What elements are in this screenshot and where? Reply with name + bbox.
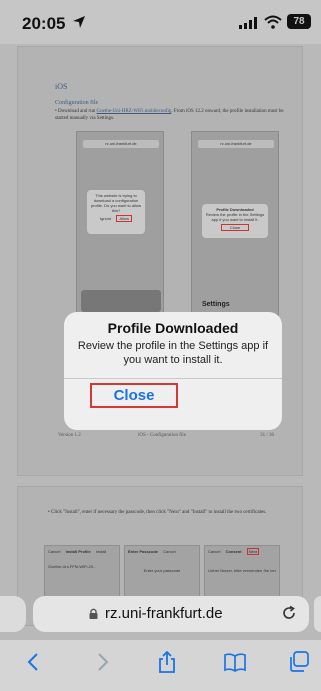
thumb-cancel: Cancel	[163, 549, 176, 554]
back-icon[interactable]	[22, 650, 46, 674]
thumb-alert: Profile Downloaded Review the profile in…	[202, 204, 268, 238]
thumb-title: Consent	[225, 549, 242, 554]
thumb-title: Install Profile	[65, 549, 91, 554]
thumb-cancel: Cancel	[208, 549, 221, 554]
battery-icon: 78	[287, 14, 311, 29]
lock-icon	[89, 608, 98, 619]
thumb-url: rz.uni-frankfurt.de	[83, 140, 159, 148]
footer-version: Version 1.2	[58, 433, 81, 438]
reload-icon[interactable]	[281, 605, 297, 621]
status-bar: 20:05 78	[0, 0, 321, 44]
bottom-toolbar	[0, 640, 321, 691]
clock: 20:05	[22, 14, 66, 33]
alert-divider	[64, 378, 282, 379]
share-icon[interactable]	[155, 650, 179, 674]
thumb-dock	[81, 290, 161, 312]
forward-icon[interactable]	[90, 650, 114, 674]
thumb-alert-close: Close	[221, 224, 249, 231]
profile-downloaded-alert: Profile Downloaded Review the profile in…	[64, 312, 282, 430]
alert-title: Profile Downloaded	[107, 320, 239, 336]
thumb-alert: This website is trying to download a con…	[87, 190, 145, 234]
section-title: Configuration file	[55, 100, 99, 106]
screenshot-consent: Cancel Consent Next Lieber Nutzer, bitte…	[204, 545, 280, 603]
bullet-text: • Download and run Goethe-Uni-HRZ-WiFi.m…	[55, 108, 295, 122]
thumb-text: Enter your passcode	[143, 568, 181, 573]
thumb-install: Install	[95, 549, 107, 554]
bullet-text: • Click "Install", enter if necessary th…	[48, 510, 267, 515]
thumb-text: Lieber Nutzer, bitte verwenden Sie bei	[208, 568, 276, 573]
thumb-next: Next	[246, 548, 259, 555]
footer-center: iOS - Configuration file	[138, 433, 186, 438]
thumb-alert-text: This website is trying to download a con…	[90, 193, 142, 213]
close-button[interactable]: Close	[90, 383, 178, 408]
thumb-alert-allow: Allow	[116, 215, 133, 222]
location-arrow-icon	[73, 16, 85, 28]
next-tab-peek[interactable]	[314, 596, 321, 632]
thumb-alert-text: Review the profile in the Settings app i…	[205, 212, 265, 222]
screenshot-install-profile: Cancel Install Profile Install Goethe-Un…	[44, 545, 120, 603]
page-heading: iOS	[55, 82, 68, 91]
bookmarks-icon[interactable]	[223, 650, 247, 674]
screenshot-enter-passcode: Enter Passcode Cancel Enter your passcod…	[124, 545, 200, 603]
alert-message: Review the profile in the Settings app i…	[77, 340, 269, 366]
thumb-alert-ignore: Ignore	[99, 216, 112, 221]
profile-link[interactable]: Goethe-Uni-HRZ-WiFi.mobileconfig	[96, 109, 171, 114]
address-bar[interactable]: rz.uni-frankfurt.de	[33, 596, 309, 632]
thumb-url: rz.uni-frankfurt.de	[198, 140, 274, 148]
wifi-icon	[264, 15, 282, 29]
screenshot-download-profile: rz.uni-frankfurt.de This website is tryi…	[76, 131, 164, 325]
screenshot-profile-downloaded: rz.uni-frankfurt.de Profile Downloaded R…	[191, 131, 279, 325]
tabs-icon[interactable]	[287, 650, 311, 674]
url-text[interactable]: rz.uni-frankfurt.de	[105, 605, 223, 622]
cellular-signal-icon	[239, 17, 257, 29]
thumb-item: Goethe-Uni-FFM-WiFi-20...	[48, 564, 97, 569]
footer-page: 31 / 36	[260, 433, 274, 438]
thumb-cancel: Cancel	[48, 549, 61, 554]
thumb-title: Enter Passcode	[128, 549, 159, 554]
bullet-intro: • Download and run	[55, 109, 96, 114]
thumb-settings-title: Settings	[202, 301, 230, 308]
previous-tab-peek[interactable]	[0, 596, 26, 632]
